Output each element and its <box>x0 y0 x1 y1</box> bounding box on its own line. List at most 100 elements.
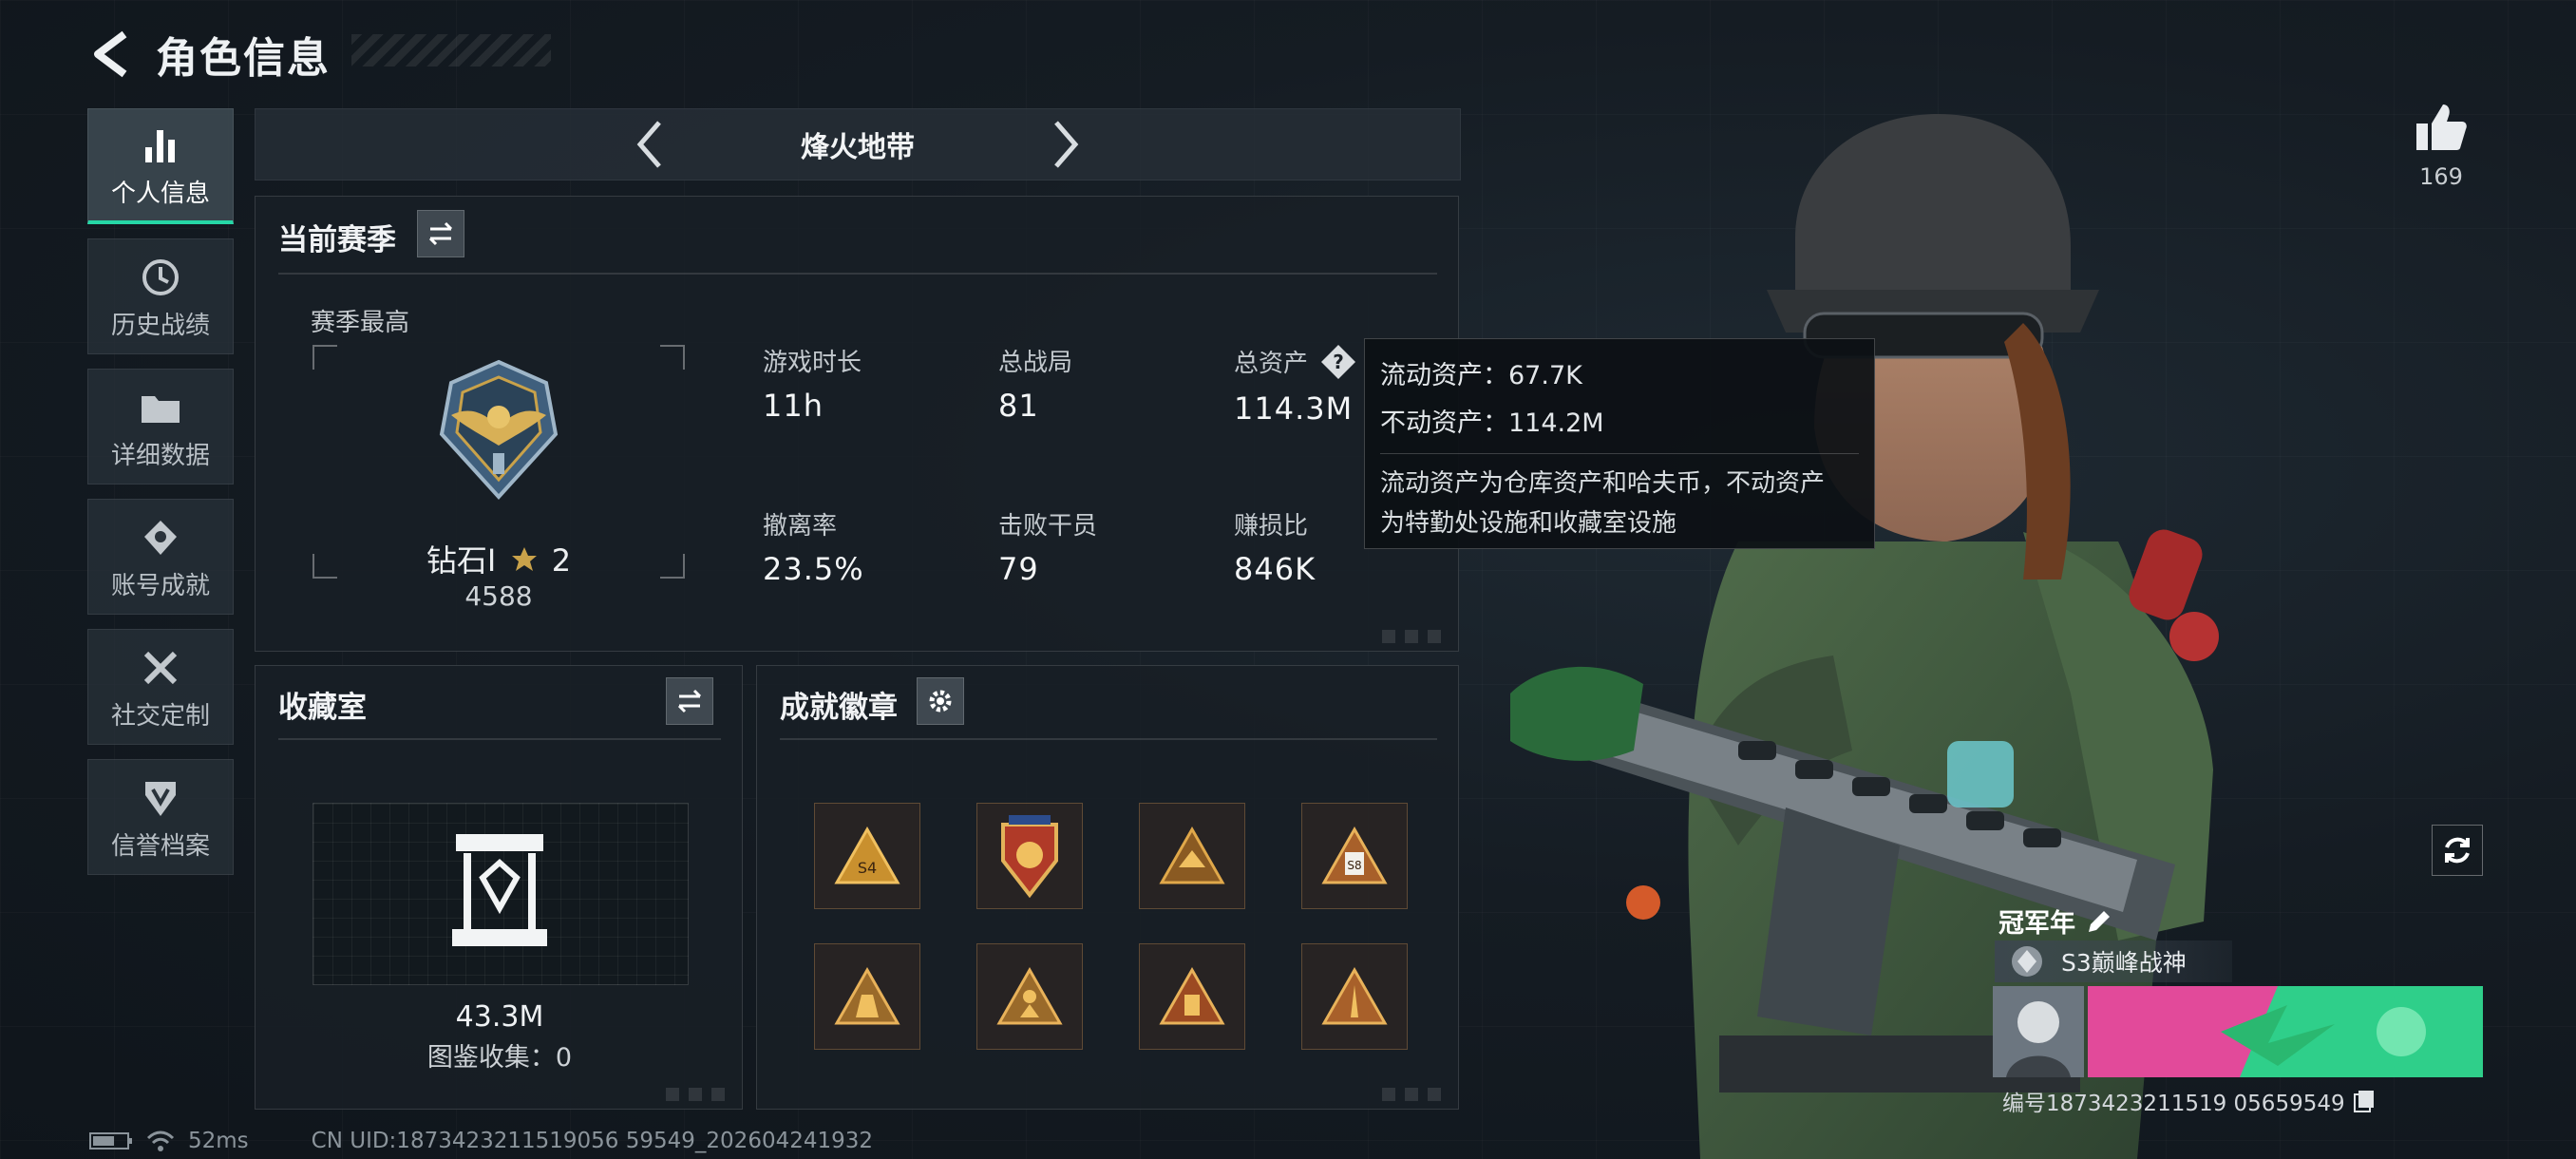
page-header: 角色信息 <box>87 21 331 87</box>
badges-panel: 成就徽章 S4 S8 <box>756 665 1459 1110</box>
stat-playtime: 游戏时长 11h <box>763 343 862 424</box>
stat-label: 击败干员 <box>998 512 1098 541</box>
tooltip-desc-line2: 为特勤处设施和收藏室设施 <box>1380 509 1677 538</box>
season-panel: 当前赛季 赛季最高 钻石Ⅰ 2 4588 游戏时长 11h 总战局 81 总资产… <box>255 196 1459 652</box>
sidebar-item-details[interactable]: 详细数据 <box>87 369 234 484</box>
collection-panel: 收藏室 43.3M 图鉴收集：0 <box>255 665 743 1110</box>
stat-value: 11h <box>763 388 824 424</box>
stat-value: 846K <box>1234 551 1316 587</box>
shield-icon <box>142 773 180 823</box>
collection-count: 图鉴收集：0 <box>426 1043 573 1073</box>
card-subtitle-row: S3巅峰战神 <box>1995 940 2232 982</box>
rank-score: 4588 <box>464 580 533 612</box>
tools-icon <box>141 643 180 693</box>
panel-corner-decoration <box>666 1088 732 1101</box>
status-bar: 52ms CN UID:1873423211519056 59549_20260… <box>89 1129 873 1153</box>
ping-value: 52ms <box>188 1129 249 1153</box>
badges-title: 成就徽章 <box>780 691 898 725</box>
swap-icon <box>677 689 702 713</box>
tooltip-divider <box>1380 453 1859 454</box>
back-button[interactable] <box>87 26 135 83</box>
help-icon[interactable]: ? <box>1319 343 1357 381</box>
mode-prev-button[interactable] <box>620 116 677 173</box>
thumbs-up-icon <box>2416 104 2467 150</box>
svg-text:S4: S4 <box>858 859 877 877</box>
sidebar-item-personal-info[interactable]: 个人信息 <box>87 108 234 224</box>
mode-title: 烽火地带 <box>801 131 915 164</box>
badge-slot[interactable] <box>1301 943 1408 1050</box>
mode-next-button[interactable] <box>1038 116 1095 173</box>
edit-icon[interactable] <box>2085 907 2113 936</box>
stat-profit-ratio: 赚损比 846K <box>1234 506 1316 587</box>
card-banner-art <box>1993 986 2483 1077</box>
collection-switch-button[interactable] <box>666 677 713 725</box>
sidebar-item-social[interactable]: 社交定制 <box>87 629 234 745</box>
badge-slot[interactable]: S8 <box>1301 803 1408 909</box>
rank-name-row: 钻石Ⅰ 2 <box>313 537 685 580</box>
like-button[interactable]: 169 <box>2413 103 2470 190</box>
card-id-row: 编号1873423211519 05659549 <box>2002 1085 2377 1117</box>
badge-slot[interactable] <box>976 803 1083 909</box>
swap-icon <box>428 221 453 246</box>
stat-label: 总战局 <box>998 349 1073 377</box>
stat-value: 23.5% <box>763 551 864 587</box>
collection-title: 收藏室 <box>278 691 367 725</box>
badge-triangle-icon <box>1159 966 1225 1025</box>
tooltip-fixed-assets: 不动资产：114.2M <box>1380 408 1604 438</box>
refresh-icon <box>2445 837 2470 864</box>
wifi-icon <box>146 1130 175 1151</box>
badge-triangle-icon <box>1321 966 1388 1025</box>
season-title: 当前赛季 <box>278 223 396 257</box>
sidebar-item-credit[interactable]: 信誉档案 <box>87 759 234 875</box>
sidebar-item-label: 社交定制 <box>110 701 210 731</box>
stat-label: 总资产 ? <box>1234 343 1357 381</box>
chevron-left-icon <box>636 121 661 168</box>
badges-settings-button[interactable] <box>917 677 964 725</box>
season-divider <box>278 273 1437 275</box>
sidebar-item-achievements[interactable]: 账号成就 <box>87 499 234 615</box>
stat-total-assets: 总资产 ? 114.3M <box>1234 343 1357 427</box>
card-banner[interactable] <box>1993 986 2483 1077</box>
panel-corner-decoration <box>1382 1088 1449 1101</box>
collection-preview[interactable] <box>313 803 689 985</box>
sidebar-item-history[interactable]: 历史战绩 <box>87 238 234 354</box>
sidebar: 个人信息 历史战绩 详细数据 账号成就 社交定制 信誉档案 <box>87 108 234 889</box>
chevron-right-icon <box>1054 121 1079 168</box>
back-arrow-icon <box>94 30 127 78</box>
sidebar-item-label: 详细数据 <box>110 441 210 470</box>
badge-slot[interactable] <box>1139 803 1245 909</box>
folder-icon <box>140 383 181 432</box>
rank-emblem-icon <box>439 359 559 500</box>
sidebar-item-label: 历史战绩 <box>110 311 210 340</box>
badge-triangle-icon <box>1159 826 1225 884</box>
stat-total-matches: 总战局 81 <box>998 343 1072 424</box>
badge-triangle-icon <box>996 966 1063 1025</box>
display-case-icon <box>452 834 547 946</box>
history-icon <box>141 253 180 302</box>
sidebar-item-label: 账号成就 <box>110 571 210 600</box>
mode-selector: 烽火地带 <box>255 108 1461 180</box>
card-title: 冠军年 <box>1998 909 2075 939</box>
sidebar-item-label: 信誉档案 <box>110 831 210 861</box>
badge-slot[interactable] <box>976 943 1083 1050</box>
like-count: 169 <box>2419 163 2463 190</box>
battery-icon <box>89 1132 132 1150</box>
stat-label: 撤离率 <box>763 512 838 541</box>
season-switch-button[interactable] <box>417 210 464 257</box>
panel-corner-decoration <box>1382 630 1449 643</box>
badge-slot[interactable] <box>814 943 920 1050</box>
badge-slot[interactable] <box>1139 943 1245 1050</box>
stat-value: 79 <box>998 551 1039 587</box>
badge-slot[interactable]: S4 <box>814 803 920 909</box>
refresh-button[interactable] <box>2432 825 2483 876</box>
collection-divider <box>278 738 721 740</box>
stat-label: 游戏时长 <box>763 349 862 377</box>
stat-kills: 击败干员 79 <box>998 506 1097 587</box>
badge-triangle-icon <box>834 966 900 1025</box>
sidebar-item-label: 个人信息 <box>110 180 210 208</box>
rank-name: 钻石Ⅰ <box>426 542 497 579</box>
stat-label-text: 总资产 <box>1234 350 1309 378</box>
tooltip-desc-line1: 流动资产为仓库资产和哈夫币，不动资产 <box>1380 469 1826 498</box>
copy-icon[interactable] <box>2353 1089 2377 1113</box>
season-best-label: 赛季最高 <box>311 309 410 337</box>
